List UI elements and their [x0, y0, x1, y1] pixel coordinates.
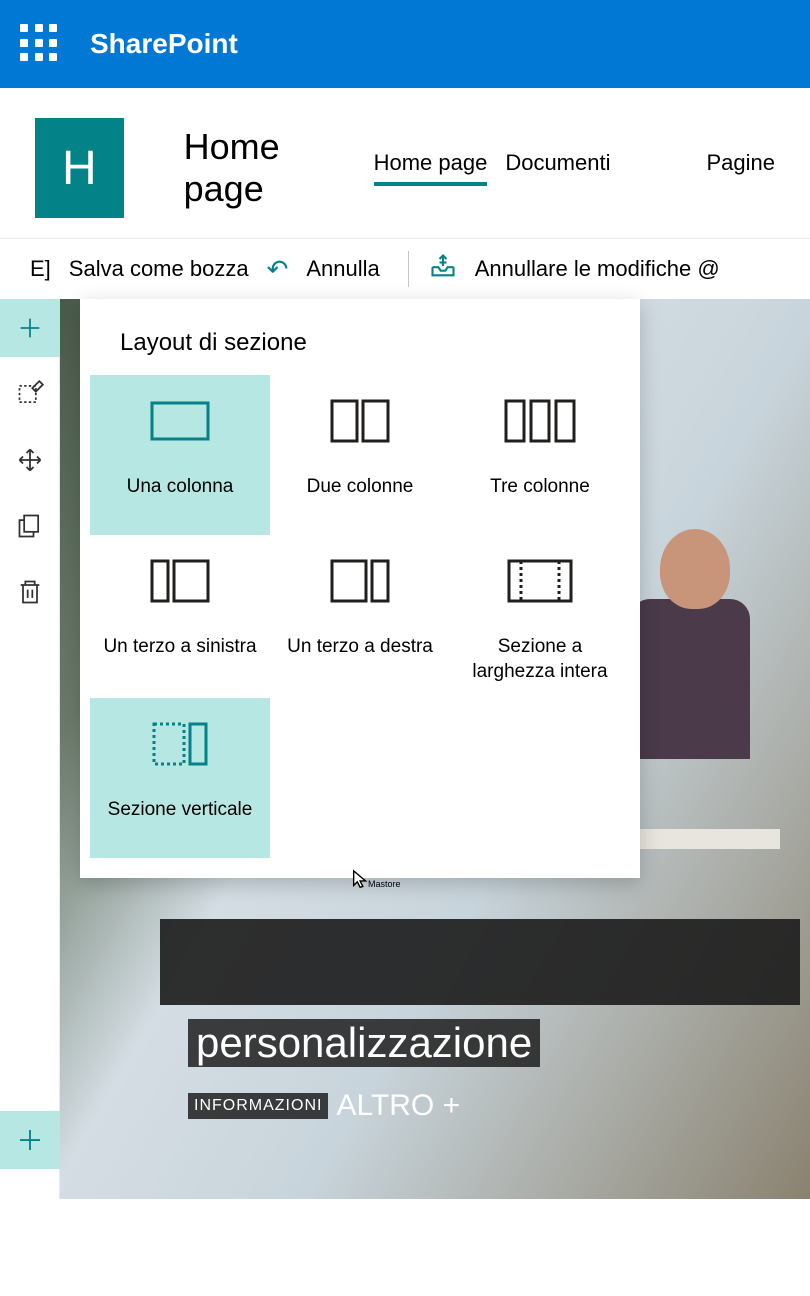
hero-subtitle: personalizzazione: [188, 1019, 540, 1067]
hero-cta[interactable]: INFORMAZIONI ALTRO +: [188, 1089, 460, 1123]
suite-bar: SharePoint: [0, 0, 810, 88]
one-column-icon: [148, 397, 212, 445]
layout-label: Una colonna: [127, 475, 234, 500]
add-section-button[interactable]: [0, 299, 60, 357]
layout-one-third-left[interactable]: Un terzo a sinistra: [90, 535, 270, 698]
divider: [408, 251, 409, 287]
full-width-icon: [507, 557, 573, 605]
hero-title-box: [160, 919, 800, 1005]
layout-vertical-section[interactable]: Sezione verticale: [90, 698, 270, 858]
tab-home[interactable]: Home page: [374, 150, 488, 186]
move-section-button[interactable]: [0, 431, 60, 489]
layout-label: Sezione verticale: [108, 798, 253, 823]
duplicate-section-button[interactable]: [0, 497, 60, 555]
page-title: Home page: [184, 126, 349, 210]
layout-label: Un terzo a sinistra: [103, 635, 256, 660]
vertical-section-icon: [150, 720, 210, 768]
one-third-right-icon: [330, 557, 390, 605]
discard-icon: [429, 252, 457, 287]
edit-section-button[interactable]: [0, 365, 60, 423]
undo-icon: ↶: [267, 254, 289, 285]
layout-label: Tre colonne: [490, 475, 590, 500]
delete-section-button[interactable]: [0, 563, 60, 621]
hero-more-label: ALTRO +: [336, 1089, 460, 1123]
layout-three-columns[interactable]: Tre colonne: [450, 375, 630, 535]
three-columns-icon: [504, 397, 576, 445]
layout-full-width[interactable]: Sezione a larghezza intera: [450, 535, 630, 698]
layout-label: Sezione a larghezza intera: [458, 635, 622, 684]
layout-one-column[interactable]: Una colonna: [90, 375, 270, 535]
discard-changes-label: Annullare le modifiche @: [475, 256, 720, 282]
layout-label: Due colonne: [307, 475, 414, 500]
leading-text: E]: [30, 256, 51, 282]
add-section-bottom-button[interactable]: [0, 1111, 60, 1169]
app-launcher-icon[interactable]: [20, 24, 60, 64]
layout-two-columns[interactable]: Due colonne: [270, 375, 450, 535]
save-draft-button[interactable]: Salva come bozza: [61, 252, 257, 286]
hero-badge: INFORMAZIONI: [188, 1093, 328, 1119]
save-draft-label: Salva come bozza: [69, 256, 249, 282]
tab-pages[interactable]: Pagine: [706, 150, 775, 182]
editor-rail: [0, 299, 60, 1199]
section-layout-flyout: Layout di sezione Una colonna Due colonn…: [80, 299, 640, 878]
undo-label: Annulla: [306, 256, 379, 282]
site-nav: Home page Documenti Pagine: [374, 150, 775, 186]
content-area: personalizzazione INFORMAZIONI ALTRO + L…: [0, 299, 810, 1199]
tab-documents[interactable]: Documenti: [505, 150, 610, 182]
two-columns-icon: [330, 397, 390, 445]
suite-title: SharePoint: [90, 28, 238, 60]
layout-label: Un terzo a destra: [287, 635, 433, 660]
undo-button[interactable]: Annulla: [298, 252, 387, 286]
discard-changes-button[interactable]: Annullare le modifiche @: [467, 252, 728, 286]
layout-one-third-right[interactable]: Un terzo a destra: [270, 535, 450, 698]
cursor-tooltip: Mastore: [368, 879, 401, 889]
one-third-left-icon: [150, 557, 210, 605]
command-bar: E] Salva come bozza ↶ Annulla Annullare …: [0, 239, 810, 299]
site-logo[interactable]: H: [35, 118, 124, 218]
flyout-title: Layout di sezione: [120, 329, 630, 357]
cursor-icon: Mastore: [350, 869, 372, 897]
site-header: H Home page Home page Documenti Pagine: [0, 88, 810, 239]
